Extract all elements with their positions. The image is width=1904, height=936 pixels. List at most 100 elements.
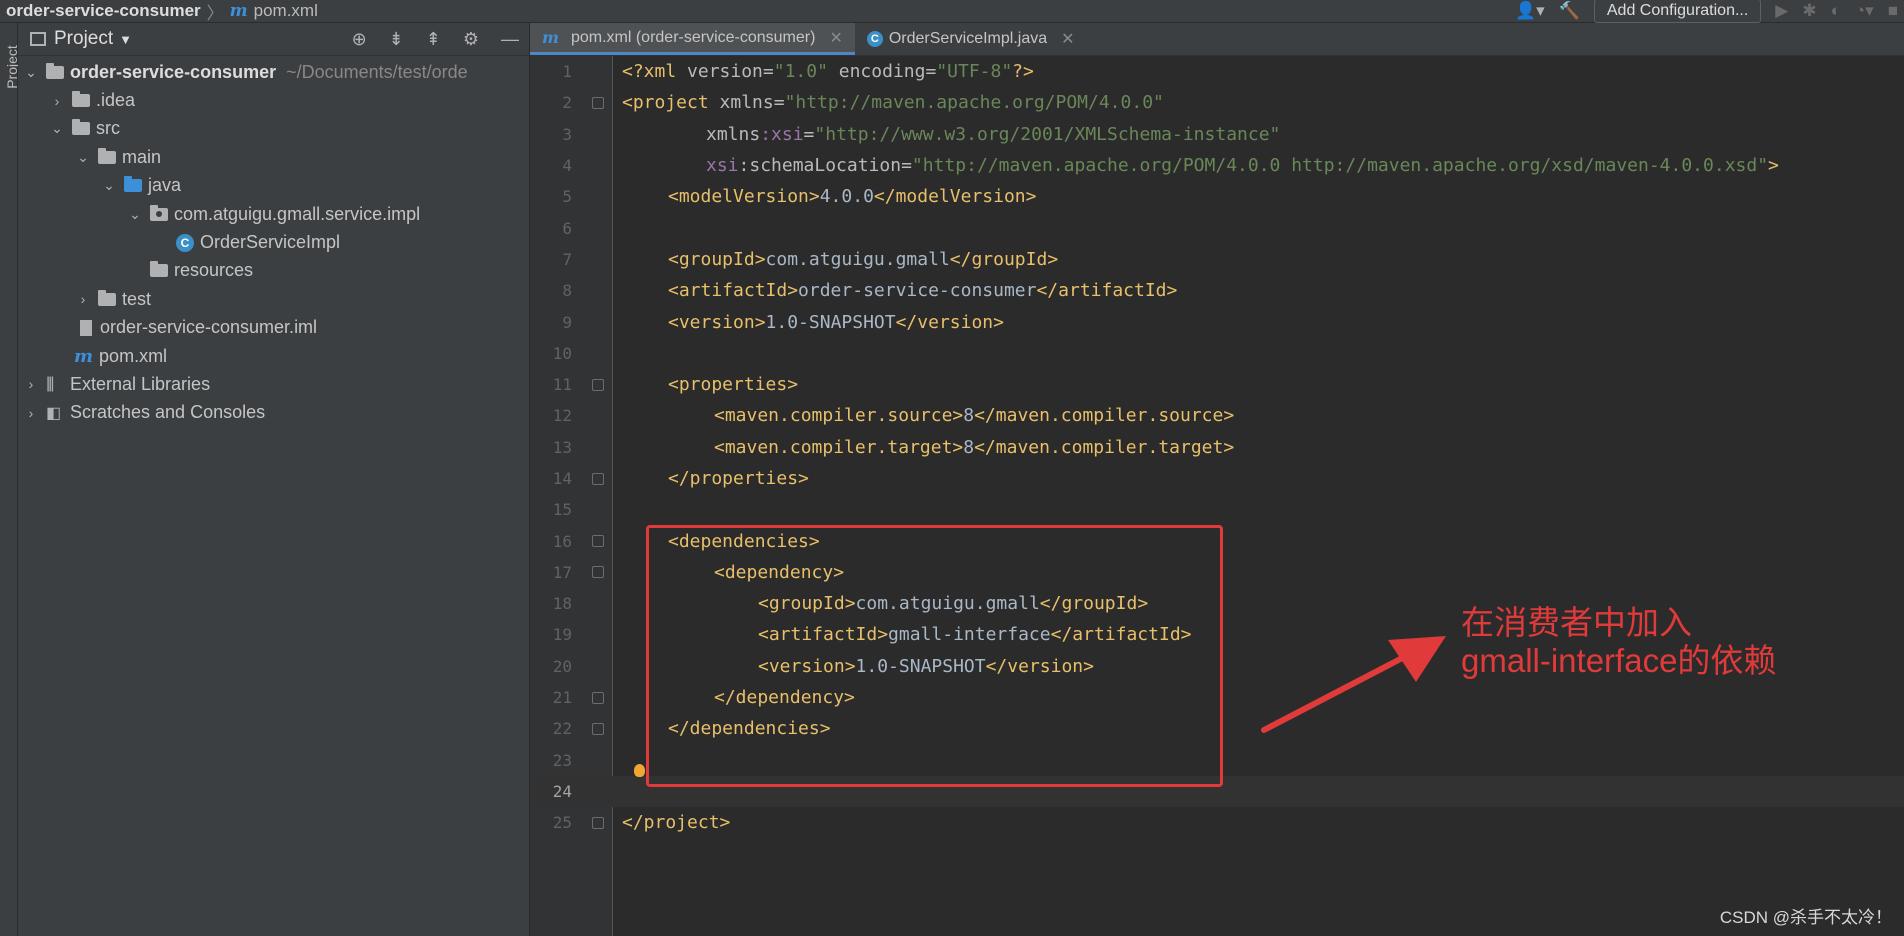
breadcrumb-project[interactable]: order-service-consumer (0, 1, 201, 21)
profile-icon[interactable]: ◔▾ (1855, 1, 1874, 21)
line-number: 12 (552, 406, 572, 426)
tree-item-label: .idea (96, 90, 136, 111)
tree-item-src[interactable]: ⌄ src (18, 115, 529, 143)
chevron-down-icon[interactable]: ⌄ (102, 177, 116, 194)
annotation-text: 在消费者中加入 gmall-interface的依赖 (1461, 604, 1776, 680)
tree-item-label: order-service-consumer.iml (100, 317, 318, 338)
line-number: 6 (562, 218, 572, 238)
tree-item-external-libraries[interactable]: › ||| External Libraries (18, 370, 529, 398)
fold-marker-icon[interactable] (592, 378, 604, 391)
expand-all-icon[interactable]: ⇟ (389, 29, 404, 50)
line-number: 3 (562, 124, 572, 144)
user-icon[interactable]: 👤▾ (1515, 1, 1545, 21)
close-icon[interactable]: ✕ (829, 28, 842, 48)
chevron-down-icon[interactable]: ⌄ (76, 149, 90, 166)
coverage-icon[interactable]: ◐ (1831, 1, 1841, 21)
line-number: 9 (562, 312, 572, 332)
tab-label: OrderServiceImpl.java (888, 30, 1048, 47)
line-number: 19 (552, 625, 572, 645)
folder-icon (98, 147, 116, 164)
tool-window-strip: Project (0, 23, 20, 936)
chevron-right-icon[interactable]: › (76, 291, 90, 307)
minimize-icon[interactable]: — (501, 29, 519, 50)
fold-marker-icon[interactable] (592, 472, 604, 485)
line-number: 8 (562, 281, 572, 301)
tree-item-pom[interactable]: m pom.xml (18, 342, 529, 370)
chevron-down-icon[interactable]: ⌄ (24, 64, 38, 81)
code-line: 14 </properties> (530, 463, 1904, 494)
line-number: 4 (562, 156, 572, 176)
breadcrumb-file[interactable]: pom.xml (254, 1, 318, 21)
code-line: 8 <artifactId>order-service-consumer</ar… (530, 275, 1904, 306)
line-number: 22 (552, 719, 572, 739)
annotation-line-2: gmall-interface的依赖 (1461, 642, 1777, 679)
tree-item-label: test (122, 288, 152, 309)
code-line: 2 <project xmlns="http://maven.apache.or… (530, 87, 1904, 118)
tree-item-java[interactable]: ⌄ java (18, 172, 529, 200)
code-line: 15 (530, 494, 1904, 525)
code-line: 1 <?xml version="1.0" encoding="UTF-8"?> (530, 56, 1904, 87)
chevron-down-icon[interactable]: ⌄ (50, 120, 64, 137)
tab-pom-xml[interactable]: m pom.xml (order-service-consumer) ✕ (530, 23, 855, 55)
chevron-down-icon[interactable]: ⌄ (128, 206, 142, 223)
chevron-right-icon[interactable]: › (24, 376, 38, 392)
locate-icon[interactable]: ⊕ (352, 29, 367, 50)
tree-item-main[interactable]: ⌄ main (18, 143, 529, 171)
code-line: 11 <properties> (530, 369, 1904, 400)
tree-item-test[interactable]: › test (18, 285, 529, 313)
source-folder-icon (124, 176, 142, 193)
line-number: 20 (552, 656, 572, 676)
tree-item-label: resources (174, 260, 254, 281)
gear-icon[interactable]: ⚙ (463, 29, 479, 50)
fold-marker-icon[interactable] (592, 816, 604, 829)
close-icon[interactable]: ✕ (1061, 29, 1074, 49)
build-hammer-icon[interactable]: 🔨 (1559, 1, 1580, 21)
collapse-all-icon[interactable]: ⇞ (426, 29, 441, 50)
project-panel: Project ▼ ⊕ ⇟ ⇞ ⚙ — ⌄ order-service-cons… (18, 23, 530, 936)
fold-marker-icon[interactable] (592, 691, 604, 704)
code-line: 3 xmlns:xsi="http://www.w3.org/2001/XMLS… (530, 119, 1904, 150)
chevron-right-icon[interactable]: › (24, 405, 38, 421)
watermark: CSDN @杀手不太冷！ (1719, 908, 1892, 927)
tree-item-label: Scratches and Consoles (70, 402, 266, 423)
tree-item-label: External Libraries (70, 373, 211, 394)
tree-item-label: com.atguigu.gmall.service.impl (174, 203, 421, 224)
module-file-icon (80, 319, 92, 336)
debug-icon[interactable]: ✱ (1802, 1, 1816, 21)
tree-item-package[interactable]: ⌄ com.atguigu.gmall.service.impl (18, 200, 529, 228)
fold-marker-icon[interactable] (592, 566, 604, 579)
lightbulb-icon[interactable] (634, 764, 645, 777)
line-number: 16 (552, 531, 572, 551)
line-number: 2 (562, 93, 572, 113)
tree-item-resources[interactable]: resources (18, 257, 529, 285)
line-number: 15 (552, 500, 572, 520)
line-number: 23 (552, 750, 572, 770)
chevron-down-icon[interactable]: ▼ (119, 32, 132, 47)
code-line: 12 <maven.compiler.source>8</maven.compi… (530, 400, 1904, 431)
tree-item-iml[interactable]: order-service-consumer.iml (18, 314, 529, 342)
project-view-selector[interactable]: Project (54, 28, 113, 50)
add-configuration-button[interactable]: Add Configuration... (1593, 0, 1762, 23)
annotation-line-1: 在消费者中加入 (1461, 604, 1692, 641)
stop-icon[interactable]: ■ (1888, 1, 1898, 21)
chevron-right-icon[interactable]: › (50, 93, 64, 109)
code-line: 25 </project> (530, 807, 1904, 838)
code-line: 6 (530, 212, 1904, 243)
run-icon[interactable]: ▶ (1775, 1, 1788, 21)
tree-item-class[interactable]: C OrderServiceImpl (18, 228, 529, 256)
fold-marker-icon[interactable] (592, 535, 604, 548)
editor-tabs: m pom.xml (order-service-consumer) ✕ C O… (530, 23, 1904, 56)
fold-marker-icon[interactable] (592, 96, 604, 109)
tab-order-service-impl[interactable]: C OrderServiceImpl.java ✕ (855, 23, 1087, 55)
fold-marker-icon[interactable] (592, 722, 604, 735)
tree-item-idea[interactable]: › .idea (18, 86, 529, 114)
code-line: 4 xsi:schemaLocation="http://maven.apach… (530, 150, 1904, 181)
tree-item-root[interactable]: ⌄ order-service-consumer ~/Documents/tes… (18, 58, 529, 86)
scratches-icon: ◧ (46, 404, 61, 422)
tree-item-scratches[interactable]: › ◧ Scratches and Consoles (18, 399, 529, 427)
tree-item-label: java (148, 175, 182, 196)
folder-icon (72, 119, 90, 136)
maven-file-icon: m (74, 345, 94, 367)
line-number: 25 (552, 813, 572, 833)
annotation-arrow (1261, 636, 1446, 733)
